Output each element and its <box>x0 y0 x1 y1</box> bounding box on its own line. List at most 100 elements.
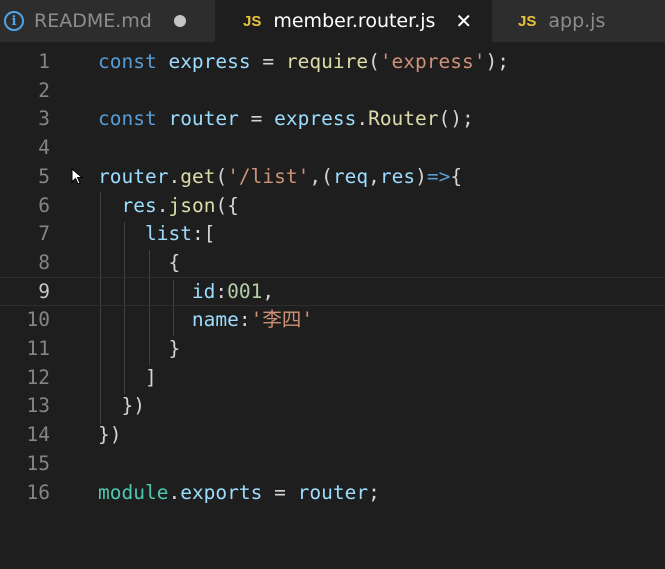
line-number: 15 <box>26 452 50 475</box>
code-token: ) <box>415 165 427 188</box>
code-token: const <box>98 50 157 73</box>
line-number: 5 <box>38 165 50 188</box>
code-token: }) <box>98 423 122 446</box>
tab-label: member.router.js <box>273 10 436 32</box>
code-line[interactable]: 9 id:001, <box>0 277 665 306</box>
code-token: res <box>121 194 157 217</box>
line-number: 11 <box>26 337 50 360</box>
javascript-file-icon: JS <box>243 12 262 30</box>
tab-label: README.md <box>34 10 152 32</box>
info-icon: i <box>4 11 24 31</box>
code-token: require <box>285 50 369 73</box>
unsaved-dot-icon[interactable] <box>173 15 186 27</box>
tab-member-router[interactable]: JS member.router.js ✕ <box>215 0 492 42</box>
code-token: req <box>332 165 369 188</box>
code-token: ] <box>98 366 157 389</box>
code-text: module.exports = router; <box>98 478 380 507</box>
code-token: { <box>450 165 463 188</box>
code-token: res <box>379 165 416 188</box>
code-token: ; <box>368 481 380 504</box>
tab-app[interactable]: JS app.js <box>492 0 665 42</box>
code-text: router.get('/list',(req,res)=>{ <box>98 162 462 191</box>
code-token: router <box>297 481 369 504</box>
code-token: . <box>168 165 181 188</box>
line-number: 8 <box>38 251 50 274</box>
code-token: ( <box>368 50 380 73</box>
code-line[interactable]: 6 res.json({ <box>0 191 665 220</box>
mouse-pointer-icon <box>71 168 84 185</box>
code-text: }) <box>98 391 145 420</box>
code-line[interactable]: 12 ] <box>0 363 665 392</box>
line-number: 2 <box>38 79 50 102</box>
line-number: 12 <box>26 366 50 389</box>
line-number: 1 <box>38 50 50 73</box>
close-icon[interactable]: ✕ <box>455 9 472 33</box>
code-line[interactable]: 14}) <box>0 420 665 449</box>
code-line[interactable]: 10 name:'李四' <box>0 305 665 334</box>
code-token: list <box>144 222 192 245</box>
code-text: }) <box>98 420 121 449</box>
code-line[interactable]: 4 <box>0 133 665 162</box>
code-token: Router <box>368 107 439 130</box>
code-line[interactable]: 16 module.exports = router; <box>0 478 665 507</box>
code-token: express <box>168 50 251 73</box>
code-line[interactable]: 3 const router = express.Router(); <box>0 104 665 133</box>
code-token: express <box>274 107 357 130</box>
code-token: = <box>262 481 298 504</box>
line-number: 3 <box>38 107 50 130</box>
code-text: ] <box>98 363 157 392</box>
line-number: 14 <box>26 423 50 446</box>
code-token: id <box>191 280 216 303</box>
code-line[interactable]: 11 } <box>0 334 665 363</box>
line-number: 7 <box>38 222 50 245</box>
line-number: 4 <box>38 136 50 159</box>
code-line[interactable]: 1 const express = require('express'); <box>0 47 665 76</box>
code-line[interactable]: 2 <box>0 76 665 105</box>
code-token: 'express' <box>379 50 486 73</box>
code-text: list:[ <box>98 219 215 248</box>
code-token: '李四' <box>250 308 314 331</box>
editor-tab-bar: i README.md JS member.router.js ✕ JS app… <box>0 0 665 42</box>
code-line[interactable]: 15 <box>0 449 665 478</box>
code-token: => <box>426 165 451 188</box>
javascript-file-icon: JS <box>518 12 537 30</box>
code-editor[interactable]: 1 const express = require('express'); 2 3 co… <box>0 42 665 569</box>
code-line[interactable]: 5 router.get('/list',(req,res)=>{ <box>0 162 665 191</box>
code-text: id:001, <box>98 278 274 305</box>
code-line[interactable]: 13 }) <box>0 391 665 420</box>
code-token: 001 <box>227 280 263 303</box>
line-number: 10 <box>26 308 50 331</box>
code-token: . <box>356 107 369 130</box>
code-token: } <box>98 337 181 360</box>
tab-label: app.js <box>548 10 606 32</box>
code-token: : <box>238 308 251 331</box>
code-token: }) <box>98 394 145 417</box>
tab-readme[interactable]: i README.md <box>0 0 215 42</box>
code-token: get <box>180 165 216 188</box>
code-text: { <box>98 248 180 277</box>
code-text: const router = express.Router(); <box>98 104 474 133</box>
code-line[interactable]: 8 { <box>0 248 665 277</box>
code-text: } <box>98 334 180 363</box>
code-token: : <box>215 280 228 303</box>
code-token: ( <box>215 165 228 188</box>
code-token: :[ <box>191 222 216 245</box>
code-token: exports <box>180 481 263 504</box>
code-token: name <box>191 308 239 331</box>
code-text: name:'李四' <box>98 305 313 334</box>
code-token: router <box>168 107 239 130</box>
code-token: . <box>168 481 181 504</box>
code-token: json <box>168 194 216 217</box>
code-token: { <box>98 251 181 274</box>
code-token: , <box>262 280 275 303</box>
code-token: , <box>368 165 380 188</box>
code-token: . <box>156 194 169 217</box>
code-text: res.json({ <box>98 191 239 220</box>
code-line[interactable]: 7 list:[ <box>0 219 665 248</box>
code-token: '/list' <box>227 165 310 188</box>
code-token: ({ <box>215 194 239 217</box>
